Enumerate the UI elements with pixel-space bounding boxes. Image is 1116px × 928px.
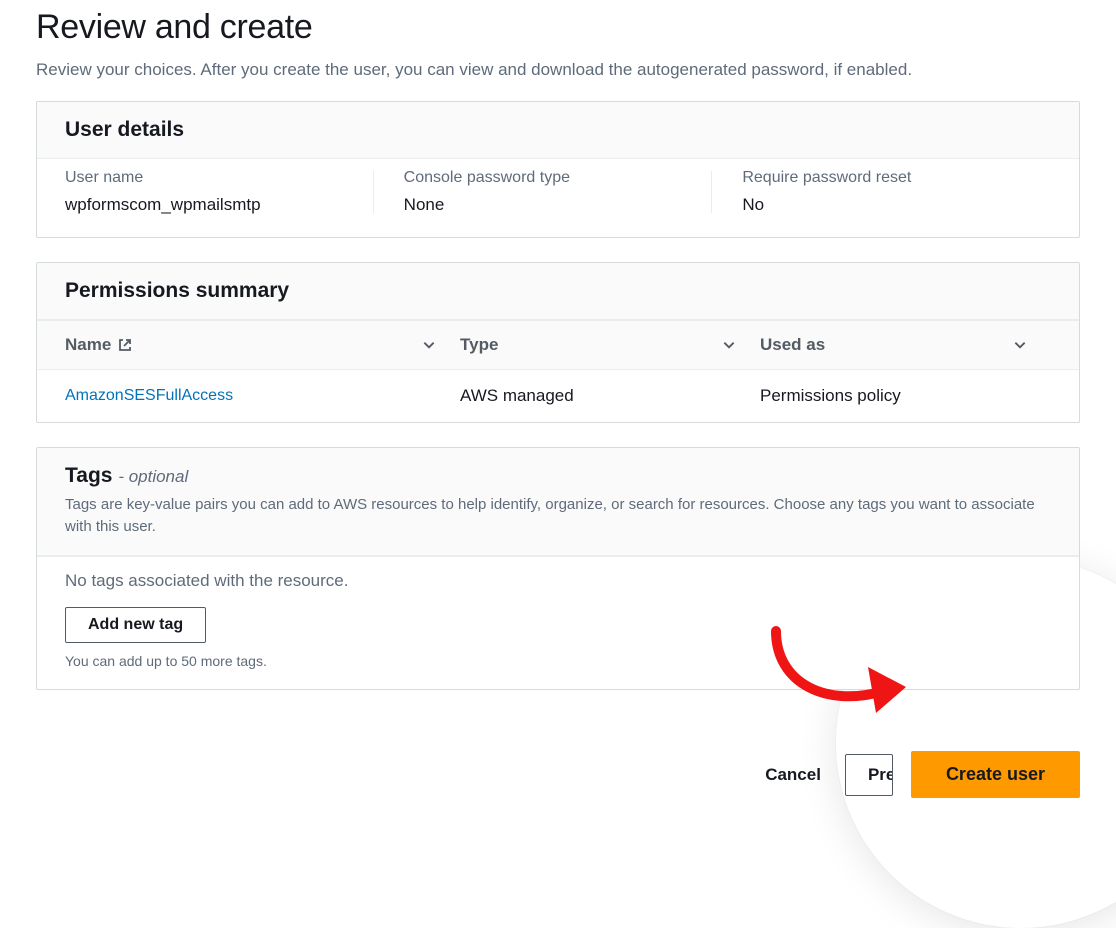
tags-title: Tags - optional	[65, 464, 1051, 488]
permissions-column-name-label: Name	[65, 335, 111, 355]
previous-button[interactable]: Previous	[845, 754, 893, 796]
permissions-policy-link[interactable]: AmazonSESFullAccess	[65, 387, 233, 405]
permissions-used-as-value: Permissions policy	[760, 386, 901, 406]
permissions-summary-header: Permissions summary	[37, 263, 1079, 320]
permissions-summary-panel: Permissions summary Name	[36, 262, 1080, 423]
cancel-button[interactable]: Cancel	[759, 755, 827, 795]
tags-empty-message: No tags associated with the resource.	[65, 571, 1051, 591]
permissions-column-used-as-label: Used as	[760, 335, 825, 355]
permissions-column-type[interactable]: Type	[460, 335, 498, 355]
console-password-type-field: Console password type None	[374, 169, 713, 215]
tags-header: Tags - optional Tags are key-value pairs…	[37, 448, 1079, 556]
create-user-button[interactable]: Create user	[911, 751, 1080, 798]
permissions-table-header: Name Type	[37, 320, 1079, 370]
sort-icon[interactable]	[1013, 338, 1027, 352]
permissions-type-value: AWS managed	[460, 386, 574, 406]
console-password-type-label: Console password type	[404, 169, 697, 187]
user-name-label: User name	[65, 169, 358, 187]
user-details-header: User details	[37, 102, 1079, 159]
page-title: Review and create	[36, 8, 1080, 47]
tags-panel: Tags - optional Tags are key-value pairs…	[36, 447, 1080, 690]
user-details-panel: User details User name wpformscom_wpmail…	[36, 101, 1080, 238]
add-new-tag-button[interactable]: Add new tag	[65, 607, 206, 643]
permissions-column-type-label: Type	[460, 335, 498, 355]
require-password-reset-value: No	[742, 195, 1035, 215]
user-details-row: User name wpformscom_wpmailsmtp Console …	[37, 159, 1079, 237]
permissions-column-name[interactable]: Name	[65, 335, 133, 355]
permissions-column-used-as[interactable]: Used as	[760, 335, 825, 355]
tags-description: Tags are key-value pairs you can add to …	[65, 494, 1051, 539]
page-description: Review your choices. After you create th…	[36, 57, 1080, 83]
permissions-table-row: AmazonSESFullAccess AWS managed Permissi…	[37, 370, 1079, 422]
permissions-summary-title: Permissions summary	[65, 279, 1051, 303]
sort-icon[interactable]	[422, 338, 436, 352]
tags-limit-hint: You can add up to 50 more tags.	[65, 653, 1051, 669]
tags-optional-label: - optional	[118, 467, 188, 486]
footer-actions: Cancel Previous Create user	[0, 743, 1116, 798]
tags-title-text: Tags	[65, 464, 112, 487]
sort-icon[interactable]	[722, 338, 736, 352]
user-name-field: User name wpformscom_wpmailsmtp	[65, 169, 374, 215]
user-details-title: User details	[65, 118, 1051, 142]
require-password-reset-field: Require password reset No	[712, 169, 1051, 215]
user-name-value: wpformscom_wpmailsmtp	[65, 195, 358, 215]
tags-body: No tags associated with the resource. Ad…	[37, 556, 1079, 689]
external-link-icon	[117, 337, 133, 353]
console-password-type-value: None	[404, 195, 697, 215]
require-password-reset-label: Require password reset	[742, 169, 1035, 187]
